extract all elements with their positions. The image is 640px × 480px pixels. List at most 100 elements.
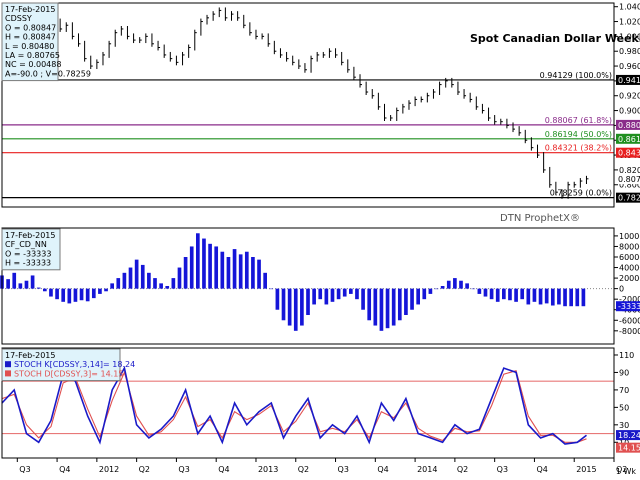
net-position-bar	[434, 288, 439, 290]
net-position-info-box[interactable]: 17-Feb-2015CF_CD_NNO = -33333H = -33333	[1, 228, 61, 271]
last-value-tag: -33333	[618, 302, 640, 311]
net-position-bar	[477, 288, 482, 294]
net-position-bar	[367, 288, 372, 321]
net-position-bar	[404, 288, 408, 315]
x-axis-tick-label: Q2	[139, 465, 150, 474]
info-box-line: L = 0.80480	[5, 42, 54, 51]
net-position-bar	[557, 288, 561, 305]
y-axis-tick-label: 100000	[619, 232, 640, 241]
info-box-series-name: STOCH D[CDSSY,3]= 14.15	[14, 369, 123, 378]
net-position-bar	[300, 288, 304, 326]
info-box-line: H = -33333	[5, 259, 51, 268]
fib-level-label: 0.78259 (0.0%)	[550, 189, 612, 198]
net-position-bar	[165, 286, 170, 289]
fib-level-label: 0.94129 (100.0%)	[540, 71, 612, 80]
info-box-line: A=-90.0 ; V=0.78259	[5, 69, 91, 78]
x-axis-tick-label: Q4	[377, 465, 388, 474]
net-position-bar	[269, 288, 274, 290]
y-axis-tick-label: -80000	[619, 327, 640, 336]
y-axis-tick-label: 50	[619, 403, 629, 412]
y-axis-tick-label: 60000	[619, 253, 640, 262]
net-position-bar	[508, 288, 512, 301]
y-axis-tick-label: 0	[619, 285, 624, 294]
net-position-bar	[306, 288, 310, 315]
net-position-bar	[226, 257, 231, 289]
x-axis-tick-label: Q3	[338, 465, 349, 474]
net-position-bar	[520, 288, 525, 300]
net-position-bar	[349, 288, 353, 294]
net-position-bar	[98, 288, 102, 294]
x-axis-tick-label: Q3	[19, 465, 30, 474]
net-position-bar	[67, 288, 72, 304]
y-axis-tick-label: 20000	[619, 274, 640, 283]
fib-level-tag: 0.86194	[618, 135, 640, 144]
net-position-bar	[73, 288, 78, 302]
net-position-bar	[502, 288, 506, 300]
fib-level-tag: 0.88067	[618, 121, 640, 130]
net-position-bar	[104, 288, 108, 292]
net-position-bar	[538, 288, 543, 305]
x-axis-tick-label: 2014	[417, 465, 437, 474]
info-box-line: O = 0.80847	[5, 23, 56, 32]
net-position-bar	[422, 288, 427, 300]
net-position-axis-tags: -33333	[616, 301, 640, 312]
y-axis-tick-label: 70	[619, 386, 629, 395]
net-position-bar	[244, 251, 249, 289]
net-position-bar	[55, 288, 59, 300]
net-position-bar	[373, 288, 378, 326]
net-position-bar	[336, 288, 341, 300]
net-position-bar	[489, 288, 494, 300]
net-position-bar	[318, 288, 323, 300]
net-position-bar	[257, 259, 261, 289]
info-box-swatch	[5, 370, 11, 377]
info-box-swatch	[5, 361, 11, 368]
net-position-bar	[30, 275, 35, 289]
net-position-bar	[251, 257, 255, 289]
net-position-bar	[330, 288, 335, 302]
net-position-bar	[563, 288, 567, 307]
stoch-k-tag: 18.24	[618, 431, 640, 440]
fib-level-tag: 0.94129	[618, 76, 640, 85]
net-position-bar	[153, 278, 157, 289]
x-axis-tick-label: 2013	[258, 465, 278, 474]
net-position-bar	[550, 288, 555, 306]
net-position-bar	[202, 238, 206, 289]
y-axis-tick-label: -60000	[619, 316, 640, 325]
net-position-bar	[397, 288, 402, 321]
net-position-bar	[281, 288, 286, 321]
net-position-bar	[128, 267, 133, 289]
y-axis-tick-label: 90	[619, 368, 629, 377]
y-axis-tick-label: 40000	[619, 264, 640, 273]
y-axis-tick-label: 0.9800	[619, 47, 640, 56]
net-position-bar	[238, 254, 243, 289]
x-axis-tick-label: Q3	[497, 465, 508, 474]
net-position-bar	[263, 272, 267, 289]
chart-title: Spot Canadian Dollar Weekly	[470, 32, 640, 45]
net-position-bar	[459, 280, 463, 289]
x-axis-tick-label: Q4	[218, 465, 229, 474]
net-position-bar	[91, 288, 96, 299]
net-position-bar	[36, 287, 41, 289]
net-position-bar	[581, 288, 586, 307]
y-axis-tick-label: 0.8200	[619, 166, 640, 175]
x-axis-tick-label: 2012	[99, 465, 119, 474]
info-box-line: LA = 0.80765	[5, 51, 60, 60]
info-box-line: CDSSY	[5, 14, 32, 23]
net-position-bar	[24, 280, 29, 289]
net-position-bar	[379, 288, 384, 331]
net-position-bar	[575, 288, 580, 307]
y-axis-tick-label: 0.9200	[619, 92, 640, 101]
net-position-bar	[355, 288, 359, 300]
net-position-bar	[6, 279, 10, 289]
fib-level-tag: 0.78259	[618, 194, 640, 203]
x-axis-tick-label: Q2	[457, 465, 468, 474]
net-position-bar	[61, 288, 66, 302]
net-position-bar	[483, 288, 488, 297]
net-position-bar	[159, 283, 163, 289]
watermark: DTN ProphetX®	[500, 213, 580, 224]
net-position-bar	[440, 286, 445, 289]
stochastic-info-box[interactable]: 17-Feb-2015STOCH K[CDSSY,3,14]= 18.24STO…	[1, 348, 135, 382]
net-position-bar	[428, 288, 433, 294]
info-box-series-name: STOCH K[CDSSY,3,14]= 18.24	[14, 360, 135, 369]
fib-level-label: 0.86194 (50.0%)	[545, 130, 612, 139]
